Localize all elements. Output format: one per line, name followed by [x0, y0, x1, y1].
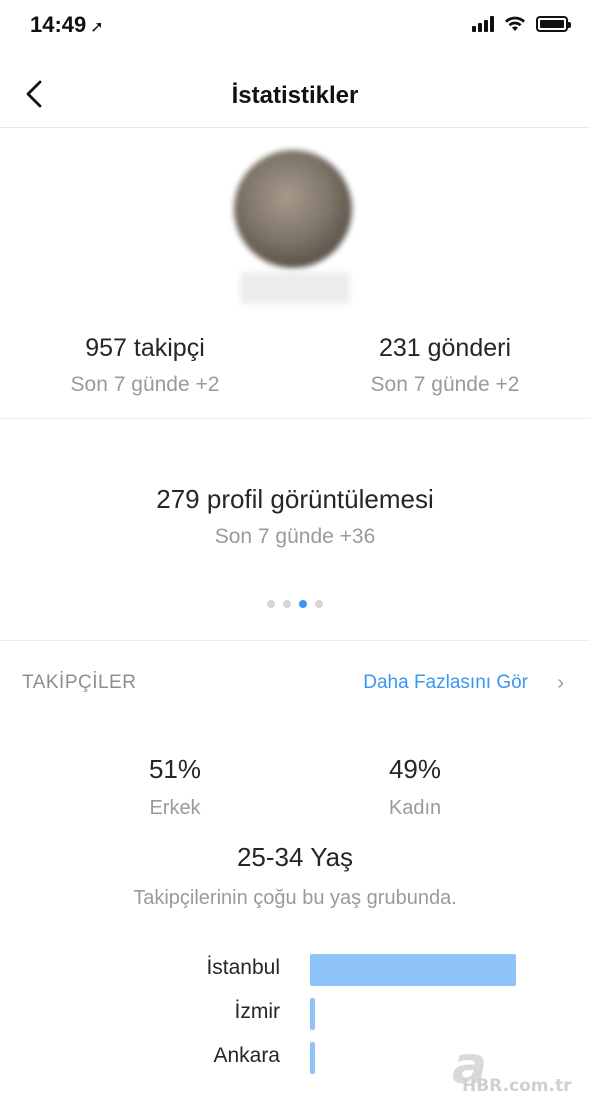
battery-icon: [536, 16, 571, 32]
profile-views-card[interactable]: 279 profil görüntülemesi Son 7 günde +36: [0, 484, 590, 549]
avatar: [234, 150, 352, 268]
nav-bar: İstatistikler: [0, 60, 590, 128]
clock-text: 14:49: [30, 12, 87, 37]
status-icons: [472, 14, 571, 32]
page-dot[interactable]: [267, 600, 275, 608]
age-range: 25-34 Yaş: [236, 842, 354, 872]
city-label: İzmir: [234, 1000, 281, 1023]
gender-male: 51% Erkek: [100, 754, 250, 820]
posts-count: 231 gönderi: [378, 334, 512, 362]
city-row: İzmir: [0, 998, 590, 1032]
city-row: İstanbul: [0, 954, 590, 988]
page-dot[interactable]: [283, 600, 291, 608]
wifi-icon: [505, 16, 525, 31]
status-bar: 14:49 ➚: [0, 0, 590, 52]
posts-stat: 231 gönderi Son 7 günde +2: [320, 334, 570, 397]
followers-change: Son 7 günde +2: [70, 373, 220, 396]
female-percent: 49%: [388, 754, 442, 784]
male-label: Erkek: [149, 797, 201, 819]
city-bar: [310, 1042, 315, 1074]
followers-section-header: TAKİPÇİLER Daha Fazlasını Gör ›: [0, 668, 590, 698]
cellular-signal-icon: [472, 16, 494, 32]
divider: [0, 640, 590, 641]
chevron-right-icon[interactable]: ›: [557, 672, 564, 695]
page-title: İstatistikler: [231, 82, 359, 109]
profile-views-change: Son 7 günde +36: [214, 525, 376, 548]
gender-female: 49% Kadın: [340, 754, 490, 820]
female-label: Kadın: [388, 797, 442, 819]
male-percent: 51%: [148, 754, 202, 784]
section-title: TAKİPÇİLER: [22, 672, 137, 693]
age-group: 25-34 Yaş Takipçilerinin çoğu bu yaş gru…: [0, 842, 590, 910]
watermark-text: HBR.com.tr: [462, 1076, 572, 1096]
followers-stat: 957 takipçi Son 7 günde +2: [20, 334, 270, 397]
page-dot[interactable]: [299, 600, 307, 608]
city-label: İstanbul: [206, 956, 280, 979]
city-bar: [310, 998, 315, 1030]
watermark-logo: a HBR.com.tr: [452, 1036, 590, 1100]
page-indicator[interactable]: [0, 600, 590, 608]
age-caption: Takipçilerinin çoğu bu yaş grubunda.: [133, 887, 457, 909]
followers-count: 957 takipçi: [85, 334, 205, 362]
status-time: 14:49 ➚: [30, 12, 104, 38]
profile-name-blurred: [240, 272, 350, 304]
page-dot[interactable]: [315, 600, 323, 608]
profile-views-count: 279 profil görüntülemesi: [156, 484, 434, 514]
divider: [0, 418, 590, 419]
city-label: Ankara: [213, 1044, 280, 1067]
posts-change: Son 7 günde +2: [370, 373, 520, 396]
location-arrow-icon: ➚: [90, 19, 104, 36]
see-more-link[interactable]: Daha Fazlasını Gör: [363, 672, 528, 694]
city-bar: [310, 954, 516, 986]
